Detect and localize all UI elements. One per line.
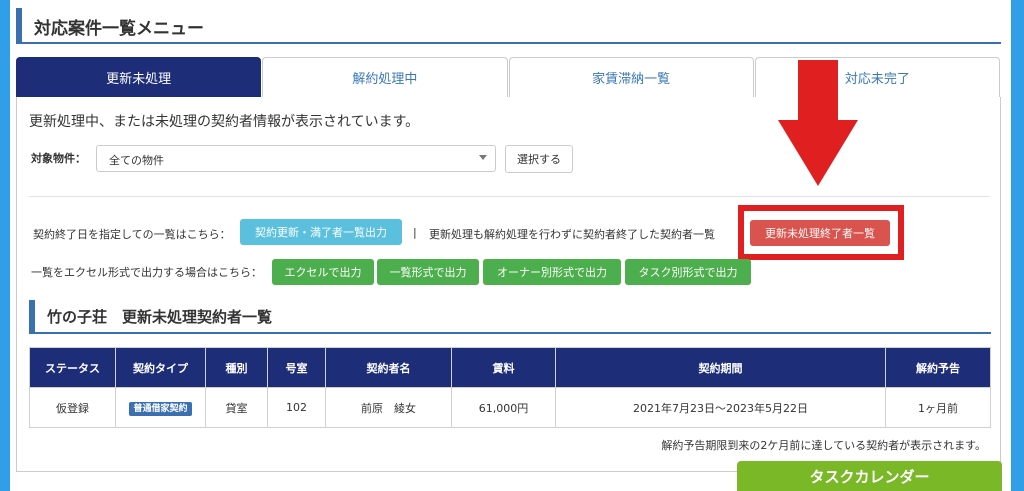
property-select-value: 全ての物件: [109, 154, 164, 167]
excel-export-label: 一覧をエクセル形式で出力する場合はこちら：: [31, 266, 262, 279]
task-format-button[interactable]: タスク別形式で出力: [625, 259, 751, 285]
contract-table: ステータス 契約タイプ 種別 号室 契約者名 賃料 契約期間 解約予告 仮登録 …: [29, 347, 991, 428]
type-cell: 貸室: [205, 387, 268, 428]
page-title: 対応案件一覧メニュー: [34, 19, 204, 39]
panel-description: 更新処理中、または未処理の契約者情報が表示されています。: [29, 114, 420, 130]
column-header: 契約期間: [555, 347, 886, 388]
property-select[interactable]: 全ての物件: [96, 145, 496, 172]
column-header: 賃料: [451, 347, 556, 388]
contract-type-badge: 普通借家契約: [129, 402, 192, 416]
section-title: 対応案件一覧メニュー: [16, 8, 1001, 44]
separator: |: [413, 226, 417, 239]
red-arrow-icon: [778, 60, 858, 186]
tab-cancellation-processing[interactable]: 解約処理中: [262, 57, 508, 97]
table-header-row: ステータス 契約タイプ 種別 号室 契約者名 賃料 契約期間 解約予告: [29, 347, 991, 388]
date-list-label: 契約終了日を指定しての一覧はこちら：: [33, 228, 231, 241]
column-header: 解約予告: [885, 347, 991, 388]
select-button[interactable]: 選択する: [505, 145, 573, 173]
column-header: 契約者名: [325, 347, 452, 388]
arrow-head: [778, 120, 858, 186]
notice-cell: 1ヶ月前: [885, 387, 991, 428]
filter-label: 対象物件：: [31, 152, 86, 165]
contract-period-cell: 2021年7月23日～2023年5月22日: [555, 387, 886, 428]
column-header: 号室: [267, 347, 326, 388]
contract-type-cell: 普通借家契約: [115, 387, 206, 428]
task-calendar-button[interactable]: タスクカレンダー: [737, 461, 1002, 491]
tab-renewal-unprocessed[interactable]: 更新未処理: [16, 57, 262, 97]
page: 対応案件一覧メニュー 更新未処理 解約処理中 家賃滞納一覧 対応未完了 更新処理…: [10, 0, 1011, 491]
owner-format-button[interactable]: オーナー別形式で出力: [483, 259, 621, 285]
list-format-button[interactable]: 一覧形式で出力: [377, 259, 479, 285]
column-header: 種別: [205, 347, 268, 388]
column-header: ステータス: [29, 347, 116, 388]
renewal-list-button[interactable]: 契約更新・満了者一覧出力: [240, 219, 402, 245]
table-row[interactable]: 仮登録 普通借家契約 貸室 102 前原 綾女 61,000円 2021年7月2…: [29, 387, 991, 428]
subsection-title-text: 竹の子荘 更新未処理契約者一覧: [47, 308, 273, 326]
room-cell: 102: [267, 387, 326, 428]
arrow-shaft: [798, 60, 838, 126]
column-header: 契約タイプ: [115, 347, 206, 388]
tenant-name-cell[interactable]: 前原 綾女: [325, 387, 452, 428]
rent-cell: 61,000円: [451, 387, 556, 428]
subsection-title: 竹の子荘 更新未処理契約者一覧: [29, 300, 991, 334]
table-note: 解約予告期限到来の2ケ月前に達している契約者が表示されます。: [661, 439, 986, 452]
chevron-down-icon: [479, 155, 487, 160]
excel-export-button[interactable]: エクセルで出力: [272, 259, 374, 285]
divider: [29, 196, 989, 197]
terminated-list-label: 更新処理も解約処理を行わずに契約者終了した契約者一覧: [429, 228, 715, 241]
status-cell: 仮登録: [29, 387, 116, 428]
tab-rent-arrears[interactable]: 家賃滞納一覧: [508, 57, 754, 97]
highlight-box: [738, 205, 904, 260]
